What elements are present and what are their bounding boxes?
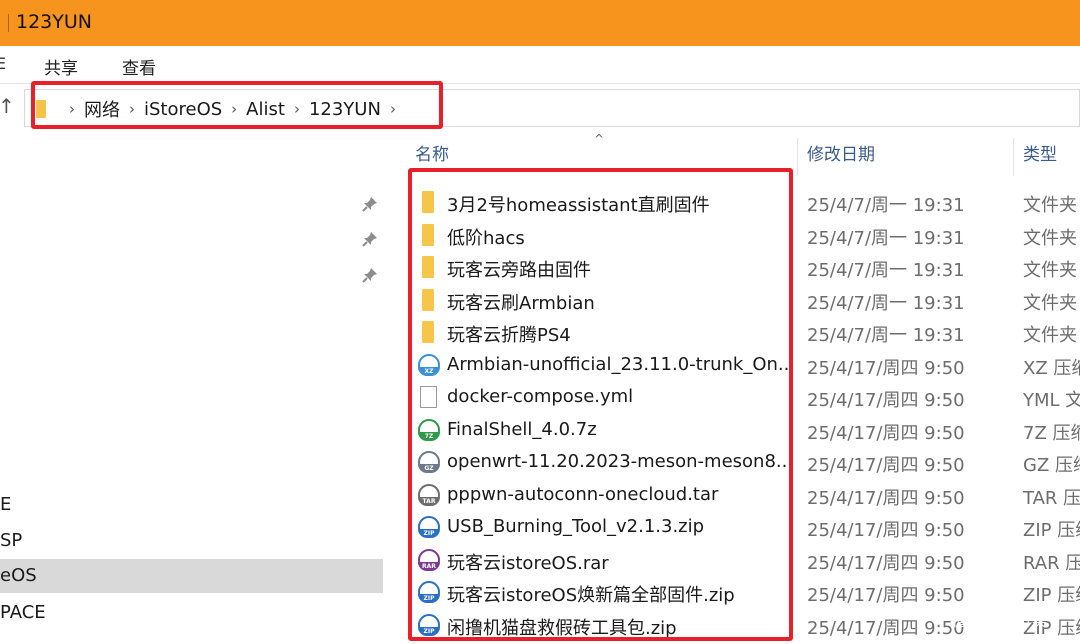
sidebar-item[interactable]: PACE: [0, 596, 383, 630]
file-modified-date: 25/4/7/周一 19:31: [807, 195, 965, 216]
highlight-box-address: [31, 81, 443, 129]
file-modified-date: 25/4/17/周四 9:50: [807, 617, 965, 639]
sort-ascending-icon: ^: [594, 132, 605, 146]
file-type: RAR 压: [1023, 552, 1080, 574]
file-type: 文件夹: [1023, 292, 1077, 314]
column-divider[interactable]: [1013, 138, 1014, 176]
column-header-modified[interactable]: 修改日期: [807, 140, 875, 176]
file-type: TAR 压: [1023, 487, 1080, 509]
watermark: 值 什么值得买: [952, 612, 1047, 630]
window-title: 123YUN: [16, 11, 92, 33]
tab-view[interactable]: 查看: [122, 54, 156, 79]
title-separator: [8, 14, 9, 32]
file-modified-date: 25/4/17/周四 9:50: [807, 487, 965, 509]
file-modified-date: 25/4/17/周四 9:50: [807, 357, 965, 379]
file-modified-date: 25/4/17/周四 9:50: [807, 520, 965, 541]
ribbon-tab-file[interactable]: E: [0, 54, 6, 73]
file-modified-date: 25/4/7/周一 19:31: [807, 227, 965, 249]
file-type: ZIP 压缩: [1023, 585, 1080, 606]
file-type: 文件夹: [1023, 260, 1077, 281]
column-divider[interactable]: [797, 138, 798, 176]
ribbon-tabs: E 共享 查看: [0, 46, 1080, 84]
pin-icon[interactable]: [362, 196, 378, 212]
file-modified-date: 25/4/7/周一 19:31: [807, 260, 965, 281]
up-arrow-icon[interactable]: ↑: [0, 94, 15, 118]
file-type: YML 文: [1023, 390, 1080, 411]
pin-icon[interactable]: [362, 231, 378, 247]
file-modified-date: 25/4/7/周一 19:31: [807, 325, 965, 346]
pin-icon[interactable]: [362, 267, 378, 283]
file-modified-date: 25/4/7/周一 19:31: [807, 292, 965, 314]
tab-share[interactable]: 共享: [44, 54, 78, 79]
file-type: GZ 压缩: [1023, 455, 1080, 476]
file-type: 文件夹: [1023, 227, 1077, 249]
file-type: 7Z 压缩: [1023, 422, 1080, 444]
file-modified-date: 25/4/17/周四 9:50: [807, 585, 965, 606]
file-modified-date: 25/4/17/周四 9:50: [807, 552, 965, 574]
highlight-box-files: [408, 168, 793, 641]
file-modified-date: 25/4/17/周四 9:50: [807, 390, 965, 411]
sidebar-item[interactable]: SP: [0, 524, 383, 558]
title-bar: 123YUN: [0, 0, 1080, 46]
file-type: ZIP 压缩: [1023, 520, 1080, 541]
file-modified-date: 25/4/17/周四 9:50: [807, 422, 965, 444]
file-type: 文件夹: [1023, 195, 1077, 216]
file-type: XZ 压缩: [1023, 357, 1080, 379]
sidebar-item[interactable]: E: [0, 488, 383, 522]
file-modified-date: 25/4/17/周四 9:50: [807, 455, 965, 476]
sidebar-item-selected[interactable]: eOS: [0, 559, 383, 593]
file-type: 文件夹: [1023, 325, 1077, 346]
navigation-pane: E SP eOS PACE: [0, 130, 385, 644]
column-header-type[interactable]: 类型: [1023, 140, 1057, 176]
